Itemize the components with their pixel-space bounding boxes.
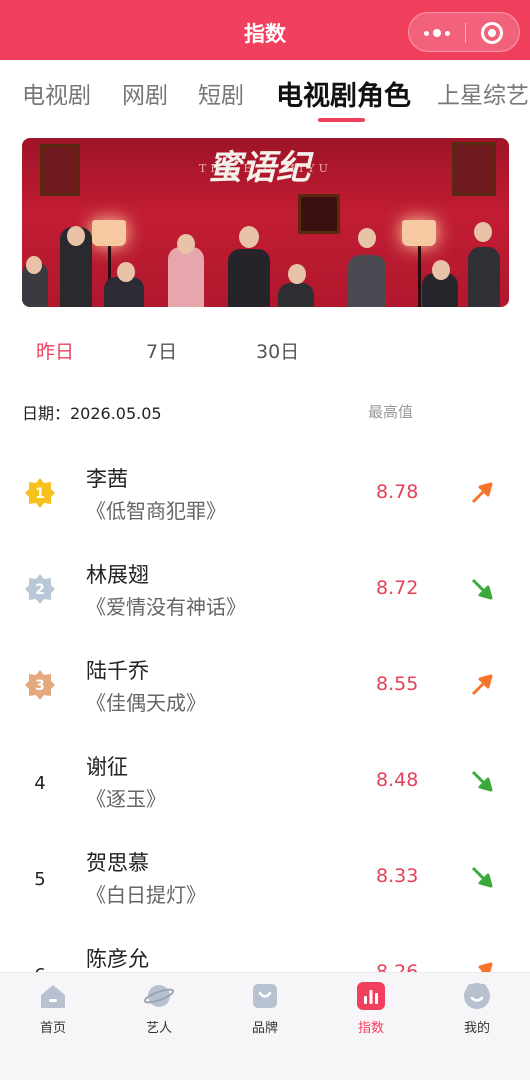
ranking-row[interactable]: 5 贺思慕 《白日提灯》 8.33 [0,847,530,943]
nav-label: 我的 [463,1021,490,1036]
home-icon [41,985,65,1008]
trend-up-icon [471,482,493,504]
cast-member [278,283,314,307]
capsule-divider [465,23,466,43]
cast-head [26,256,42,274]
silver-medal-icon: 2 [25,574,55,604]
lamp-left [92,220,126,246]
mini-program-capsule [408,12,520,52]
index-score: 8.72 [376,577,419,599]
bronze-medal-icon: 3 [25,670,55,700]
character-name: 李茜 [86,467,128,491]
period-tab-7-days[interactable]: 7日 [146,337,177,364]
category-tabs: 电视剧 网剧 短剧 电视剧角色 上星综艺 [0,60,530,130]
medal-rank-text: 1 [35,486,45,502]
ranking-row[interactable]: 2 林展翅 《爱情没有神话》 8.72 [0,559,530,655]
tab-tv-series[interactable]: 电视剧 [22,76,91,110]
cast-head [432,260,450,280]
character-name: 贺思慕 [86,851,149,875]
more-options-icon[interactable] [409,13,465,53]
cast-member [168,247,204,307]
drama-title: 《逐玉》 [86,787,166,811]
nav-label: 艺人 [145,1021,172,1036]
date-label: 日期：2026.05.05 [22,404,162,423]
bag-icon [253,984,277,1008]
character-name: 谢征 [86,755,128,779]
rank-number: 5 [34,869,46,890]
cast-member [348,255,386,307]
bottom-tab-bar: 首页 艺人 品牌 指数 我的 [0,972,530,1080]
lamp-pole-right [418,246,421,307]
character-name: 陈彦允 [86,947,149,971]
wall-mirror [298,194,340,234]
nav-label: 首页 [39,1021,66,1036]
tab-satellite-variety[interactable]: 上星综艺 [437,76,529,110]
medal-rank-text: 2 [35,582,45,598]
medal-rank-text: 3 [35,678,45,694]
character-name: 林展翅 [86,563,149,587]
index-score: 8.33 [376,865,419,887]
trend-up-icon [471,674,493,696]
close-target-icon[interactable] [481,22,503,44]
cast-member [468,247,500,307]
planet-icon [144,985,174,1007]
index-score: 8.48 [376,769,419,791]
ranking-row[interactable]: 1 李茜 《低智商犯罪》 8.78 [0,463,530,559]
cast-member [228,249,270,307]
cast-head [67,226,85,246]
period-tab-yesterday[interactable]: 昨日 [36,337,74,364]
app-header: 指数 [0,0,530,60]
cast-head [117,262,135,282]
wall-painting-right [452,142,496,196]
promo-banner[interactable]: THE E U MIYU 蜜语纪 [22,138,509,307]
nav-brands[interactable]: 品牌 [225,981,305,1036]
tab-short-drama[interactable]: 短剧 [198,76,244,110]
drama-title: 《佳偶天成》 [86,691,206,715]
banner-title: 蜜语纪 [208,148,310,188]
index-score: 8.78 [376,481,419,503]
index-score: 8.55 [376,673,419,695]
nav-artists[interactable]: 艺人 [119,981,199,1036]
trend-down-icon [471,578,493,600]
ranking-row[interactable]: 4 谢征 《逐玉》 8.48 [0,751,530,847]
trend-down-icon [471,770,493,792]
drama-title: 《爱情没有神话》 [86,595,246,619]
gold-medal-icon: 1 [25,478,55,508]
chart-icon [357,982,385,1010]
wall-painting-left [40,144,80,196]
cast-head [358,228,376,248]
cast-head [474,222,492,242]
rank-number: 4 [34,773,46,794]
nav-home[interactable]: 首页 [13,981,93,1036]
nav-label: 品牌 [251,1021,278,1036]
profile-icon [464,983,490,1009]
drama-title: 《白日提灯》 [86,883,206,907]
cast-head [239,226,259,248]
cast-head [177,234,195,254]
tab-web-series[interactable]: 网剧 [122,76,168,110]
tab-tv-roles[interactable]: 电视剧角色 [276,74,411,113]
ranking-row[interactable]: 3 陆千乔 《佳偶天成》 8.55 [0,655,530,751]
nav-index[interactable]: 指数 [331,981,411,1036]
drama-title: 《低智商犯罪》 [86,499,226,523]
nav-label: 指数 [357,1021,384,1036]
column-header-max: 最高值 [368,403,414,421]
character-name: 陆千乔 [86,659,149,683]
period-tab-30-days[interactable]: 30日 [256,337,299,364]
nav-profile[interactable]: 我的 [437,981,517,1036]
active-tab-indicator [318,118,365,122]
cast-head [288,264,306,284]
lamp-right [402,220,436,246]
trend-down-icon [471,866,493,888]
